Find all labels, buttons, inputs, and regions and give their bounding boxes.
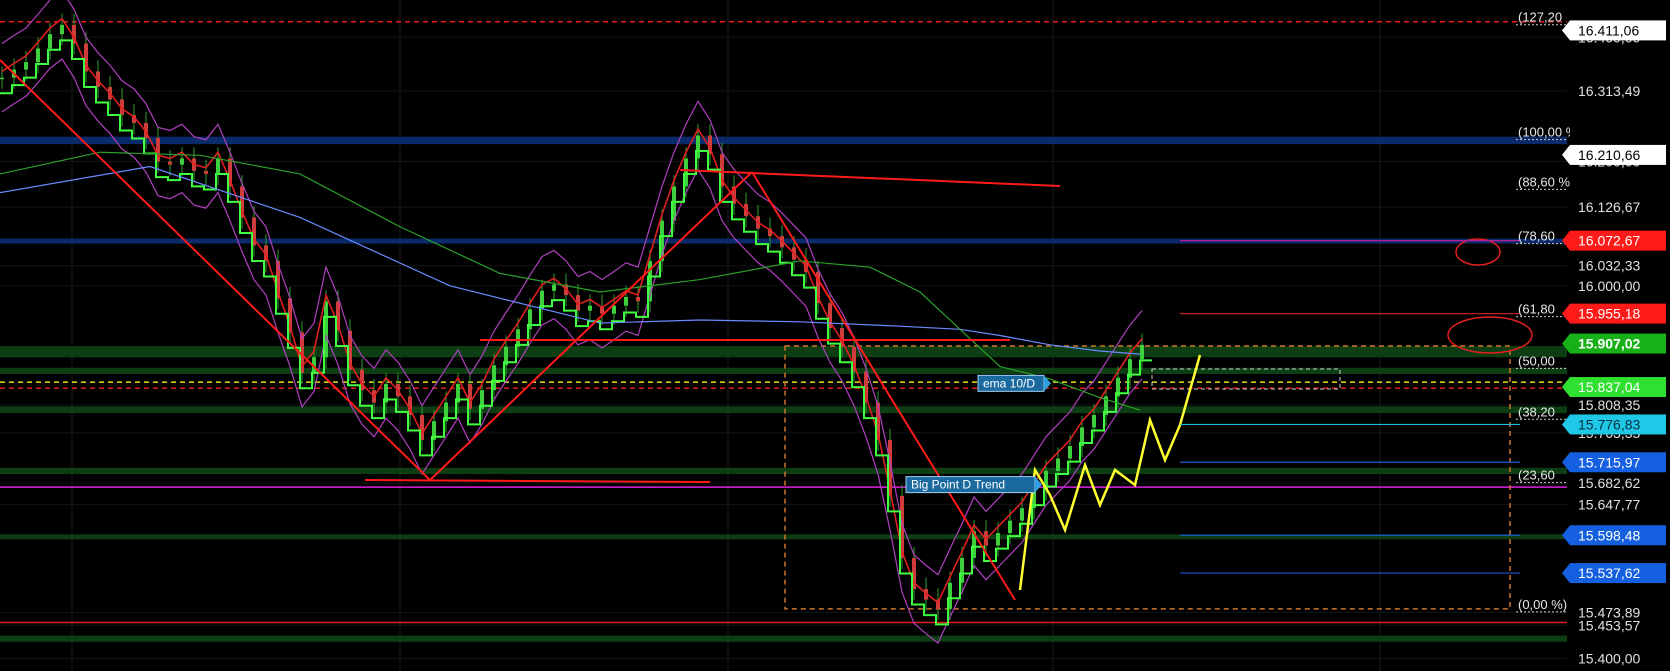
- price-axis-tick-label: 15.400,00: [1578, 651, 1640, 667]
- fib-level-label: (50,00: [1518, 353, 1555, 368]
- support-resistance-zone: [0, 346, 1567, 358]
- candle-body: [1020, 508, 1024, 521]
- fib-level-label: (61,80: [1518, 302, 1555, 317]
- price-badge-label: 15.537,62: [1578, 565, 1640, 581]
- price-axis-tick-label: 16.000,00: [1578, 278, 1640, 294]
- candle-body: [60, 24, 64, 35]
- candle-body: [1140, 344, 1144, 360]
- candle-body: [1008, 520, 1012, 534]
- candle-body: [552, 284, 556, 291]
- price-badge-label: 15.837,04: [1578, 379, 1640, 395]
- candle-body: [636, 296, 640, 302]
- price-axis-tick-label: 15.453,57: [1578, 617, 1640, 633]
- price-badge-label: 15.715,97: [1578, 454, 1640, 470]
- price-badge-label: 16.411,06: [1578, 22, 1639, 38]
- fib-level-label: (38,20: [1518, 404, 1555, 419]
- price-badge-label: 16.072,67: [1578, 233, 1640, 249]
- candle-body: [24, 62, 28, 70]
- fib-level-label: (78,60: [1518, 229, 1555, 244]
- candle-body: [48, 34, 52, 49]
- candle-body: [1056, 458, 1060, 471]
- trend-line[interactable]: [0, 59, 431, 481]
- fib-level-label: (88,60 %): [1518, 174, 1574, 189]
- price-badge-arrow: [1562, 414, 1570, 435]
- candle-body: [1092, 415, 1096, 428]
- candle-body: [0, 77, 4, 80]
- price-axis-tick-label: 16.032,33: [1578, 258, 1640, 274]
- candle-body: [996, 533, 1000, 546]
- annotation-label: Big Point D Trend: [911, 478, 1005, 492]
- candle-body: [588, 305, 592, 311]
- price-chart[interactable]: ema 10/DBig Point D Trend (127,20(100,00…: [0, 0, 1670, 671]
- chart-stage[interactable]: ema 10/D Big Point D Trend (127,20 (100,00…: [0, 0, 1670, 671]
- candle-body: [180, 158, 184, 165]
- price-axis-tick-label: 15.808,35: [1578, 397, 1640, 413]
- candle-body: [204, 170, 208, 174]
- candle-body: [1068, 446, 1072, 459]
- candle-body: [168, 161, 172, 165]
- price-axis-tick-label: 16.126,67: [1578, 199, 1640, 215]
- price-axis-tick-label: 15.682,62: [1578, 475, 1640, 491]
- price-badge-label: 16.210,66: [1578, 147, 1640, 163]
- price-axis-tick-label: 16.313,49: [1578, 83, 1640, 99]
- price-badge-label: 15.907,02: [1578, 336, 1640, 352]
- support-resistance-zone: [0, 367, 1567, 375]
- price-badge-arrow: [1562, 377, 1570, 398]
- trend-line[interactable]: [364, 479, 711, 483]
- trend-line[interactable]: [679, 169, 1061, 187]
- candle-body: [612, 305, 616, 314]
- price-badge-arrow: [1562, 230, 1570, 251]
- support-resistance-zone: [0, 467, 1567, 475]
- price-badge-label: 15.955,18: [1578, 306, 1640, 322]
- support-resistance-zone: [0, 406, 1567, 414]
- price-badge-arrow: [1562, 563, 1570, 584]
- annotation-label: ema 10/D: [983, 376, 1035, 390]
- trend-line[interactable]: [429, 171, 753, 481]
- price-badge-label: 15.598,48: [1578, 527, 1640, 543]
- moving-average-line: [0, 165, 1141, 355]
- support-resistance-zone: [0, 136, 1567, 145]
- fib-level-label: (127,20: [1518, 10, 1562, 25]
- price-badge-arrow: [1562, 303, 1570, 324]
- price-badge-label: 15.776,83: [1578, 416, 1640, 432]
- price-badge-arrow: [1562, 525, 1570, 546]
- price-axis-tick-label: 15.647,77: [1578, 497, 1640, 513]
- candle-body: [216, 158, 220, 174]
- candle-body: [36, 48, 40, 63]
- fibonacci-box[interactable]: [784, 345, 1511, 610]
- candle-body: [624, 296, 628, 306]
- fib-level-label: (23,60: [1518, 468, 1555, 483]
- support-resistance-zone: [0, 635, 1567, 642]
- fib-level-label: (0,00 %): [1518, 597, 1567, 612]
